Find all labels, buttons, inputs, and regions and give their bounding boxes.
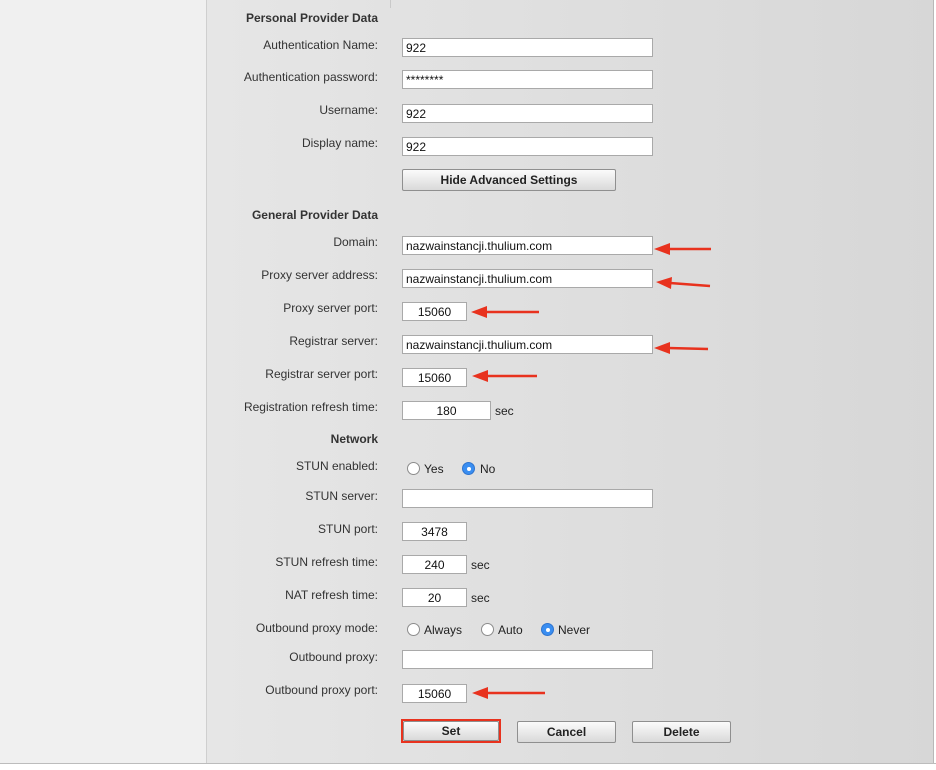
personal-provider-data-heading: Personal Provider Data xyxy=(245,11,378,25)
mode-always-label: Always xyxy=(424,623,463,637)
proxy-address-input[interactable] xyxy=(402,269,653,288)
registrar-port-label: Registrar server port: xyxy=(265,367,378,381)
auth-password-label: Authentication password: xyxy=(243,70,378,84)
hide-advanced-settings-button[interactable]: Hide Advanced Settings xyxy=(402,169,616,191)
column-divider xyxy=(390,0,391,8)
mode-never-label: Never xyxy=(558,623,591,637)
display-name-input[interactable] xyxy=(402,137,653,156)
mode-never-radio[interactable] xyxy=(541,623,554,636)
stun-no-radio[interactable] xyxy=(462,462,475,475)
general-provider-data-heading: General Provider Data xyxy=(251,208,378,222)
stun-enabled-label: STUN enabled: xyxy=(295,459,378,473)
registration-refresh-unit: sec xyxy=(495,404,514,418)
auth-password-input[interactable] xyxy=(402,70,653,89)
bottom-border xyxy=(0,763,936,764)
display-name-label: Display name: xyxy=(301,136,378,150)
stun-yes-radio[interactable] xyxy=(407,462,420,475)
registration-refresh-label: Registration refresh time: xyxy=(243,400,378,414)
stun-yes-label: Yes xyxy=(424,462,444,476)
outbound-mode-label: Outbound proxy mode: xyxy=(255,621,378,635)
stun-port-label: STUN port: xyxy=(317,522,378,536)
outbound-port-label: Outbound proxy port: xyxy=(265,683,378,697)
cancel-button[interactable]: Cancel xyxy=(517,721,616,743)
outbound-proxy-input[interactable] xyxy=(402,650,653,669)
proxy-port-input[interactable] xyxy=(402,302,467,321)
username-input[interactable] xyxy=(402,104,653,123)
stun-no-label: No xyxy=(480,462,496,476)
username-label: Username: xyxy=(319,103,378,117)
auth-name-label: Authentication Name: xyxy=(263,38,378,52)
nat-refresh-input[interactable] xyxy=(402,588,467,607)
delete-button[interactable]: Delete xyxy=(632,721,731,743)
mode-always-radio[interactable] xyxy=(407,623,420,636)
registrar-server-label: Registrar server: xyxy=(289,334,378,348)
registrar-server-input[interactable] xyxy=(402,335,653,354)
outbound-port-input[interactable] xyxy=(402,684,467,703)
proxy-port-label: Proxy server port: xyxy=(283,301,378,315)
stun-refresh-unit: sec xyxy=(471,558,490,572)
proxy-address-label: Proxy server address: xyxy=(261,268,378,282)
mode-auto-radio[interactable] xyxy=(481,623,494,636)
domain-label: Domain: xyxy=(333,235,378,249)
registrar-port-input[interactable] xyxy=(402,368,467,387)
auth-name-input[interactable] xyxy=(402,38,653,57)
stun-port-input[interactable] xyxy=(402,522,467,541)
domain-input[interactable] xyxy=(402,236,653,255)
set-button-highlight xyxy=(401,719,501,743)
mode-auto-label: Auto xyxy=(498,623,523,637)
nat-refresh-label: NAT refresh time: xyxy=(285,588,378,602)
left-sidebar-strip xyxy=(0,0,207,763)
nat-refresh-unit: sec xyxy=(471,591,490,605)
stun-refresh-input[interactable] xyxy=(402,555,467,574)
registration-refresh-input[interactable] xyxy=(402,401,491,420)
stun-server-input[interactable] xyxy=(402,489,653,508)
outbound-proxy-label: Outbound proxy: xyxy=(289,650,378,664)
stun-server-label: STUN server: xyxy=(305,489,378,503)
network-heading: Network xyxy=(330,432,378,446)
stun-refresh-label: STUN refresh time: xyxy=(275,555,378,569)
